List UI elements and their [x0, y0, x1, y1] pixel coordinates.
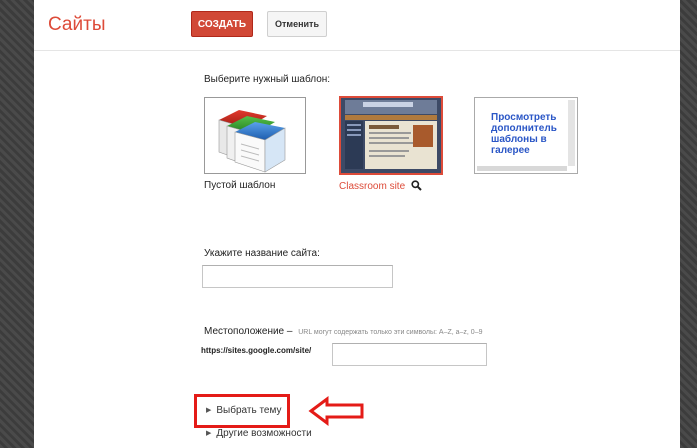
- scrollbar[interactable]: [568, 100, 575, 166]
- more-options-label[interactable]: Другие возможности: [216, 428, 311, 439]
- cancel-button[interactable]: Отменить: [267, 11, 327, 37]
- location-hint: URL могут содержать только эти символы: …: [298, 329, 483, 336]
- template-gallery-link[interactable]: Просмотреть дополнитель шаблоны в галере…: [474, 97, 578, 174]
- background-right: [680, 0, 697, 448]
- search-icon[interactable]: [411, 180, 422, 191]
- location-input[interactable]: [332, 343, 487, 366]
- site-name-input[interactable]: [202, 265, 393, 288]
- create-button[interactable]: СОЗДАТЬ: [191, 11, 253, 37]
- app-title: Сайты: [48, 14, 106, 35]
- template-classroom-site[interactable]: [339, 96, 443, 175]
- documents-icon: [218, 110, 286, 173]
- header: Сайты СОЗДАТЬ Отменить: [34, 0, 680, 51]
- highlight-box: [194, 394, 290, 428]
- site-name-label: Укажите название сайта:: [204, 248, 320, 259]
- gallery-link-text[interactable]: Просмотреть дополнитель шаблоны в галере…: [491, 112, 567, 156]
- scrollbar-horizontal[interactable]: [477, 166, 567, 171]
- classroom-site-thumbnail: [341, 98, 441, 173]
- more-options-toggle[interactable]: ▶ Другие возможности: [206, 428, 312, 439]
- triangle-right-icon: ▶: [206, 430, 212, 437]
- create-site-page: Сайты СОЗДАТЬ Отменить Выберите нужный ш…: [34, 0, 680, 448]
- arrow-left-icon: [308, 396, 364, 426]
- location-label: Местоположение –: [204, 326, 293, 337]
- background-left: [0, 0, 34, 448]
- template-prompt: Выберите нужный шаблон:: [204, 74, 331, 85]
- location-prefix: https://sites.google.com/site/: [201, 346, 312, 355]
- location-label-row: Местоположение – URL могут содержать тол…: [204, 326, 483, 337]
- template-blank-caption[interactable]: Пустой шаблон: [204, 180, 275, 191]
- template-blank[interactable]: [204, 97, 306, 174]
- template-classroom-caption-text[interactable]: Classroom site: [339, 181, 405, 192]
- template-classroom-caption[interactable]: Classroom site: [339, 180, 422, 192]
